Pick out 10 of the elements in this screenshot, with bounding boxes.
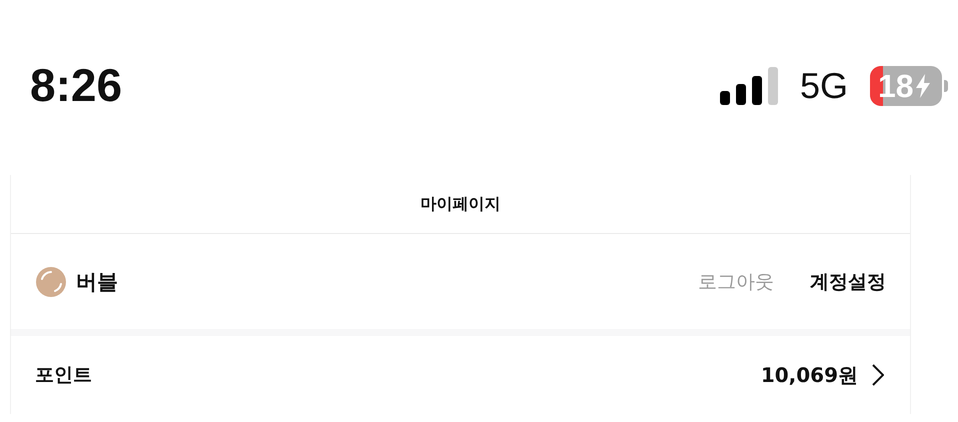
avatar-icon [36, 266, 66, 296]
signal-icon [720, 67, 778, 105]
network-label: 5G [800, 68, 848, 104]
user-name: 버블 [76, 268, 119, 296]
account-settings-link[interactable]: 계정설정 [810, 268, 886, 294]
points-label: 포인트 [35, 363, 93, 388]
chevron-icon[interactable] [872, 364, 884, 386]
clock-time: 8:26 [30, 62, 122, 108]
page-title: 마이페이지 [420, 194, 500, 214]
points-value: 10,069원 [760, 362, 858, 388]
